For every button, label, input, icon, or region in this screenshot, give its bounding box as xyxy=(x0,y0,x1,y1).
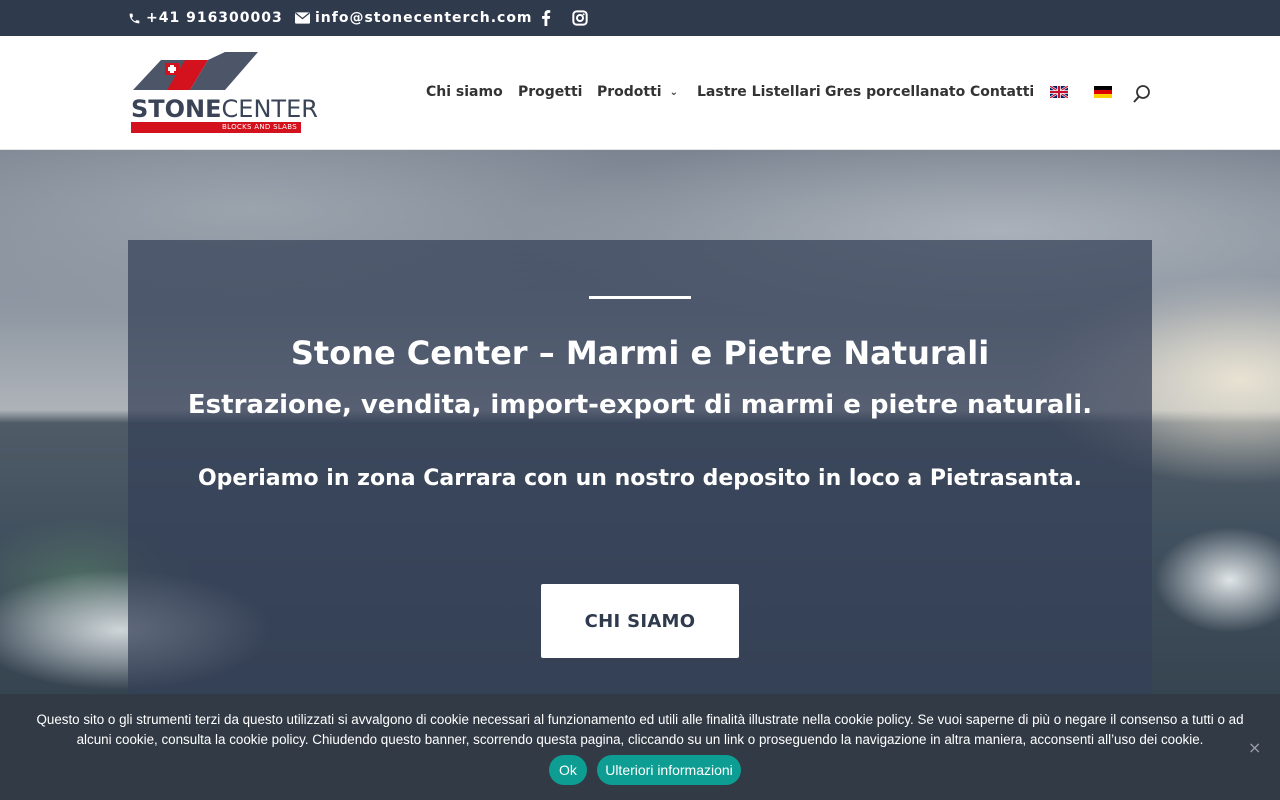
phone-icon xyxy=(129,13,140,23)
nav-item-contatti[interactable]: Contatti xyxy=(970,84,1034,100)
hero-title: Stone Center – Marmi e Pietre Naturali xyxy=(290,334,990,372)
hero-background-foam xyxy=(1150,510,1280,660)
uk-flag-icon[interactable] xyxy=(1050,86,1068,98)
email-address: info@stonecenterch.com xyxy=(315,10,533,26)
email-contact[interactable]: info@stonecenterch.com xyxy=(295,0,533,36)
nav-item-chi-siamo[interactable]: Chi siamo xyxy=(426,84,503,100)
hero-divider xyxy=(589,296,691,299)
close-icon[interactable]: × xyxy=(1248,738,1261,757)
cookie-text: Questo sito o gli strumenti terzi da que… xyxy=(36,712,1244,747)
chevron-down-icon: ⌄ xyxy=(669,87,678,98)
nav-item-lastre-listellari[interactable]: Lastre Listellari xyxy=(697,84,821,100)
instagram-link[interactable] xyxy=(572,0,593,36)
nav-item-progetti[interactable]: Progetti xyxy=(518,84,582,100)
de-flag-icon[interactable] xyxy=(1094,86,1112,98)
hero-subtitle: Estrazione, vendita, import-export di ma… xyxy=(187,390,1093,420)
hero-body: Operiamo in zona Carrara con un nostro d… xyxy=(197,466,1083,491)
hero-panel: Stone Center – Marmi e Pietre Naturali E… xyxy=(128,240,1152,710)
cookie-ok-button[interactable]: Ok xyxy=(549,755,587,785)
phone-number: +41 916300003 xyxy=(146,10,283,26)
cookie-banner: Questo sito o gli strumenti terzi da que… xyxy=(0,694,1280,800)
chi-siamo-button[interactable]: CHI SIAMO xyxy=(541,584,739,658)
facebook-link[interactable] xyxy=(541,0,556,36)
nav-item-prodotti[interactable]: Prodotti ⌄ xyxy=(597,84,678,100)
phone-contact[interactable]: +41 916300003 xyxy=(128,0,283,36)
site-header: STONECENTER BLOCKS AND SLABS Chi siamo P… xyxy=(0,36,1280,150)
cookie-more-info-button[interactable]: Ulteriori informazioni xyxy=(597,755,741,785)
main-nav: Chi siamo Progetti Prodotti ⌄ Lastre List… xyxy=(0,36,1280,150)
nav-item-gres-porcellanato[interactable]: Gres porcellanato xyxy=(825,84,965,100)
envelope-icon xyxy=(295,12,310,24)
top-bar: +41 916300003 info@stonecenterch.com xyxy=(0,0,1280,36)
search-icon[interactable] xyxy=(1132,84,1152,104)
nav-item-label: Prodotti xyxy=(597,84,662,100)
facebook-icon xyxy=(542,10,551,26)
instagram-icon xyxy=(572,10,588,26)
